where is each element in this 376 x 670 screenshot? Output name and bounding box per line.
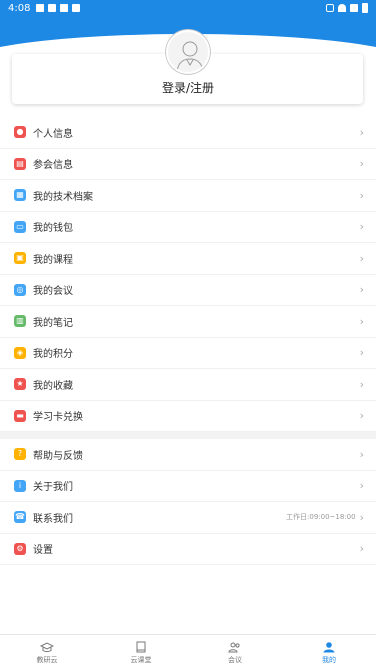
menu-item[interactable]: ? 帮助与反馈 › — [0, 439, 376, 471]
tab-2[interactable]: 云课堂 — [94, 635, 188, 670]
note-icon: ▥ — [14, 315, 26, 328]
archive-icon: ▦ — [14, 189, 26, 202]
menu-item-label: 帮助与反馈 — [33, 450, 83, 462]
notification-icon — [36, 4, 45, 12]
graduation-cap-icon — [40, 641, 54, 652]
status-bar: 4:08 — [0, 0, 376, 16]
settings-menu: ● 个人信息 › ▤ 参会信息 › ▦ 我的技术档案 › ▭ 我的钱包 › ▣ 我的课程 › ◎ 我的会议 › ▥ 我… — [0, 117, 376, 565]
menu-item[interactable]: ◈ 我的积分 › — [0, 337, 376, 369]
menu-item[interactable]: i 关于我们 › — [0, 470, 376, 502]
menu-item-label: 参会信息 — [33, 160, 73, 172]
menu-item[interactable]: ▦ 我的技术档案 › — [0, 180, 376, 212]
avatar[interactable] — [166, 30, 210, 74]
chevron-right-icon: › — [359, 220, 364, 234]
menu-item-label: 关于我们 — [33, 482, 73, 494]
chevron-right-icon: › — [359, 409, 364, 423]
settings-icon: ⚙ — [14, 542, 26, 555]
course-icon: ▣ — [14, 252, 26, 265]
wallet-icon: ▭ — [14, 220, 26, 233]
chevron-right-icon: › — [359, 251, 364, 265]
tab-3[interactable]: 会议 — [188, 635, 282, 670]
star-icon: ★ — [14, 378, 26, 391]
tab-4[interactable]: 我的 — [282, 635, 376, 670]
menu-item[interactable]: ☎ 联系我们 工作日:09:00~18:00 › — [0, 502, 376, 534]
tab-label: 会议 — [228, 655, 242, 664]
person-icon: ● — [14, 126, 26, 139]
about-icon: i — [14, 479, 26, 492]
chevron-right-icon: › — [359, 346, 364, 360]
menu-item[interactable]: ▤ 参会信息 › — [0, 148, 376, 180]
menu-item-label: 个人信息 — [33, 128, 73, 140]
help-icon: ? — [14, 448, 26, 461]
tab-label: 教研云 — [36, 655, 58, 664]
signal-icon — [350, 4, 358, 12]
menu-item[interactable]: ⚙ 设置 › — [0, 533, 376, 565]
conference-icon: ▤ — [14, 157, 26, 170]
chevron-right-icon: › — [359, 510, 364, 524]
menu-item[interactable]: ● 个人信息 › — [0, 117, 376, 149]
menu-item-label: 我的收藏 — [33, 380, 73, 392]
points-icon: ◈ — [14, 346, 26, 359]
tab-1[interactable]: 教研云 — [0, 635, 94, 670]
menu-item-label: 联系我们 — [33, 513, 73, 525]
chevron-right-icon: › — [359, 377, 364, 391]
menu-item[interactable]: ▥ 我的笔记 › — [0, 306, 376, 338]
battery-icon — [362, 3, 368, 13]
people-icon — [228, 642, 240, 652]
vibrate-icon — [326, 4, 334, 12]
menu-item-label: 我的技术档案 — [33, 191, 93, 203]
menu-item-label: 学习卡兑换 — [33, 412, 83, 424]
menu-item-label: 设置 — [33, 545, 53, 557]
menu-item[interactable]: ◎ 我的会议 › — [0, 274, 376, 306]
tab-label: 我的 — [322, 655, 336, 664]
menu-item-label: 我的钱包 — [33, 223, 73, 235]
chevron-right-icon: › — [359, 542, 364, 556]
login-register-link[interactable]: 登录/注册 — [0, 79, 376, 96]
chevron-right-icon: › — [359, 125, 364, 139]
menu-item[interactable]: ▭ 我的钱包 › — [0, 211, 376, 243]
chevron-right-icon: › — [359, 447, 364, 461]
menu-item[interactable]: ▬ 学习卡兑换 › — [0, 400, 376, 432]
card-icon: ▬ — [14, 409, 26, 422]
menu-item-label: 我的课程 — [33, 254, 73, 266]
menu-item-label: 我的会议 — [33, 286, 73, 298]
chevron-right-icon: › — [359, 188, 364, 202]
chevron-right-icon: › — [359, 479, 364, 493]
meeting-icon: ◎ — [14, 283, 26, 296]
chevron-right-icon: › — [359, 283, 364, 297]
wifi-icon — [338, 4, 346, 12]
menu-item-label: 我的笔记 — [33, 317, 73, 329]
book-icon — [136, 641, 146, 652]
chevron-right-icon: › — [359, 314, 364, 328]
menu-item[interactable]: ★ 我的收藏 › — [0, 369, 376, 401]
section-divider — [0, 432, 376, 439]
profile-icon — [323, 641, 335, 652]
menu-item-label: 我的积分 — [33, 349, 73, 361]
contact-icon: ☎ — [14, 511, 26, 524]
chevron-right-icon: › — [359, 157, 364, 171]
notification-icon — [72, 4, 81, 12]
working-hours-text: 工作日:09:00~18:00 — [286, 513, 356, 522]
notification-icon — [60, 4, 69, 12]
bottom-tab-bar: 教研云 云课堂 会议 我的 — [0, 634, 376, 670]
menu-item[interactable]: ▣ 我的课程 › — [0, 243, 376, 275]
notification-icon — [48, 4, 57, 12]
tab-label: 云课堂 — [130, 655, 152, 664]
status-time: 4:08 — [8, 2, 31, 14]
